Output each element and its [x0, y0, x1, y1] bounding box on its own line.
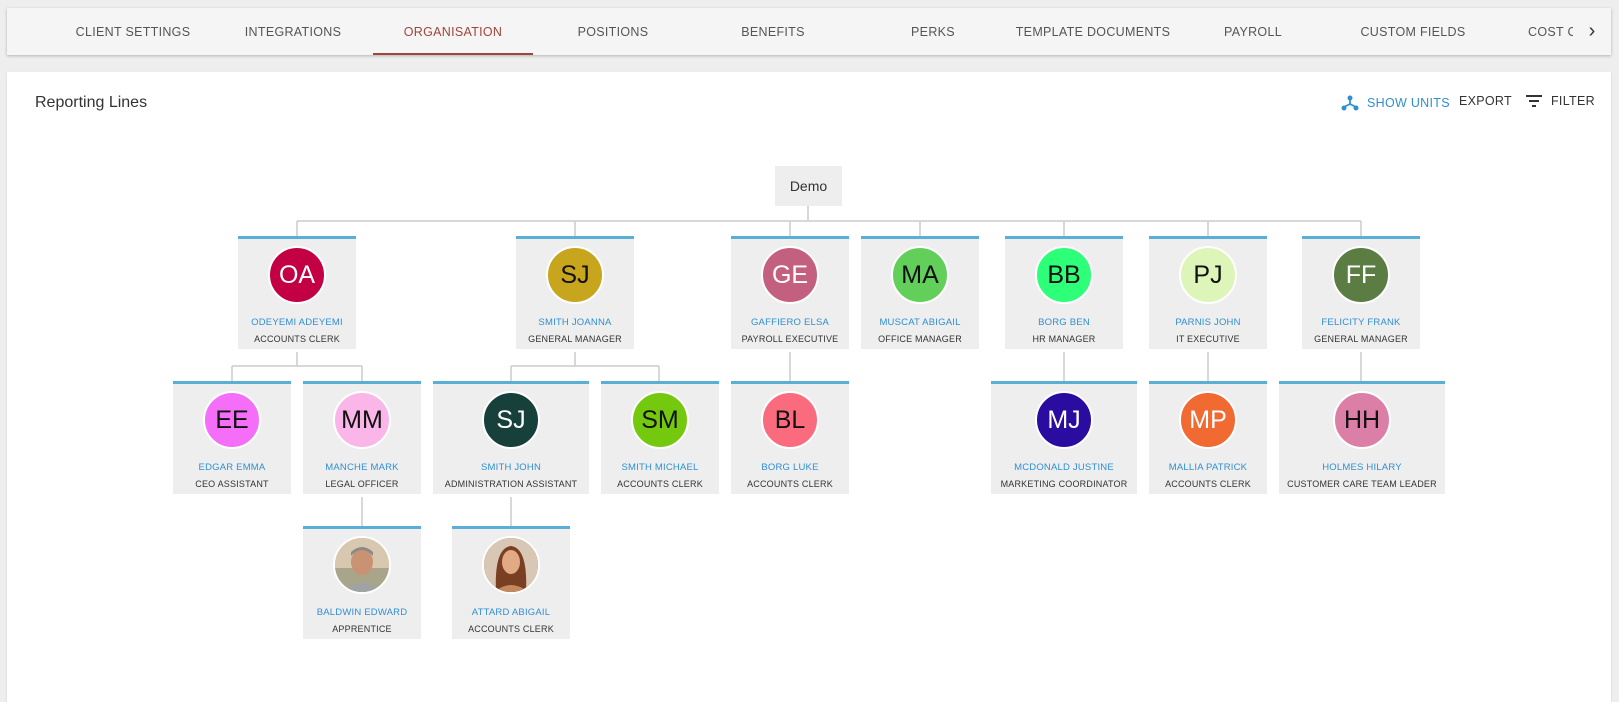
avatar — [333, 536, 391, 594]
org-node[interactable]: ATTARD ABIGAIL ACCOUNTS CLERK — [452, 526, 570, 639]
org-node[interactable]: MJ MCDONALD JUSTINE MARKETING COORDINATOR — [991, 381, 1137, 494]
org-node[interactable]: HH HOLMES HILARY CUSTOMER CARE TEAM LEADER — [1279, 381, 1445, 494]
man-photo — [335, 538, 389, 592]
avatar: HH — [1333, 391, 1391, 449]
woman-photo — [484, 538, 538, 592]
avatar: MJ — [1035, 391, 1093, 449]
org-root-node[interactable]: Demo — [775, 166, 842, 206]
avatar: SM — [631, 391, 689, 449]
avatar: EE — [203, 391, 261, 449]
avatar: SJ — [482, 391, 540, 449]
avatar-initials: EE — [215, 405, 249, 434]
employee-role: ACCOUNTS CLERK — [254, 334, 340, 344]
employee-name-link[interactable]: EDGAR EMMA — [173, 462, 291, 473]
avatar: MA — [891, 246, 949, 304]
employee-name-link[interactable]: MCDONALD JUSTINE — [991, 462, 1137, 473]
employee-name-link[interactable]: HOLMES HILARY — [1279, 462, 1445, 473]
avatar-initials: GE — [771, 260, 809, 289]
employee-name-link[interactable]: SMITH JOANNA — [516, 317, 634, 328]
employee-role: APPRENTICE — [332, 624, 392, 634]
employee-role: PAYROLL EXECUTIVE — [741, 334, 839, 344]
org-root-label: Demo — [789, 178, 828, 194]
avatar: BB — [1035, 246, 1093, 304]
avatar-initials: MJ — [1047, 405, 1081, 434]
org-node[interactable]: SJ SMITH JOANNA GENERAL MANAGER — [516, 236, 634, 349]
employee-name-link[interactable]: SMITH JOHN — [433, 462, 589, 473]
avatar-initials: MM — [341, 405, 383, 434]
org-node[interactable]: BB BORG BEN HR MANAGER — [1005, 236, 1123, 349]
avatar: OA — [268, 246, 326, 304]
avatar: FF — [1332, 246, 1390, 304]
avatar — [482, 536, 540, 594]
org-node[interactable]: SJ SMITH JOHN ADMINISTRATION ASSISTANT — [433, 381, 589, 494]
org-node[interactable]: EE EDGAR EMMA CEO ASSISTANT — [173, 381, 291, 494]
employee-name-link[interactable]: SMITH MICHAEL — [601, 462, 719, 473]
avatar: MM — [333, 391, 391, 449]
employee-name-link[interactable]: ATTARD ABIGAIL — [452, 607, 570, 618]
avatar: BL — [761, 391, 819, 449]
avatar-initials: FF — [1345, 260, 1377, 289]
employee-role: GENERAL MANAGER — [528, 334, 622, 344]
employee-name-link[interactable]: PARNIS JOHN — [1149, 317, 1267, 328]
employee-role: ACCOUNTS CLERK — [468, 624, 554, 634]
employee-role: IT EXECUTIVE — [1176, 334, 1240, 344]
avatar-initials: MA — [901, 260, 939, 289]
avatar-initials: SJ — [496, 405, 526, 434]
employee-role: ACCOUNTS CLERK — [617, 479, 703, 489]
employee-name-link[interactable]: MUSCAT ABIGAIL — [861, 317, 979, 328]
employee-name-link[interactable]: GAFFIERO ELSA — [731, 317, 849, 328]
org-node[interactable]: MM MANCHE MARK LEGAL OFFICER — [303, 381, 421, 494]
employee-role: HR MANAGER — [1032, 334, 1096, 344]
employee-name-link[interactable]: BORG BEN — [1005, 317, 1123, 328]
employee-role: ACCOUNTS CLERK — [1165, 479, 1251, 489]
avatar-initials: BB — [1047, 260, 1081, 289]
org-node[interactable]: PJ PARNIS JOHN IT EXECUTIVE — [1149, 236, 1267, 349]
avatar-initials: BL — [774, 405, 806, 434]
org-node[interactable]: BALDWIN EDWARD APPRENTICE — [303, 526, 421, 639]
employee-role: GENERAL MANAGER — [1314, 334, 1408, 344]
org-node[interactable]: SM SMITH MICHAEL ACCOUNTS CLERK — [601, 381, 719, 494]
avatar-initials: MP — [1189, 405, 1227, 434]
org-chart: Demo OA ODEYEMI ADEYEMI ACCOUNTS CLERK SJ S… — [0, 0, 1619, 690]
employee-name-link[interactable]: ODEYEMI ADEYEMI — [238, 317, 356, 328]
employee-role: CUSTOMER CARE TEAM LEADER — [1287, 479, 1437, 489]
employee-name-link[interactable]: MALLIA PATRICK — [1149, 462, 1267, 473]
employee-role: MARKETING COORDINATOR — [1000, 479, 1128, 489]
avatar-initials: OA — [278, 260, 316, 289]
avatar: MP — [1179, 391, 1237, 449]
employee-role: LEGAL OFFICER — [325, 479, 399, 489]
employee-name-link[interactable]: BORG LUKE — [731, 462, 849, 473]
employee-name-link[interactable]: FELICITY FRANK — [1302, 317, 1420, 328]
employee-name-link[interactable]: MANCHE MARK — [303, 462, 421, 473]
org-node[interactable]: BL BORG LUKE ACCOUNTS CLERK — [731, 381, 849, 494]
org-node[interactable]: MA MUSCAT ABIGAIL OFFICE MANAGER — [861, 236, 979, 349]
org-node[interactable]: GE GAFFIERO ELSA PAYROLL EXECUTIVE — [731, 236, 849, 349]
employee-role: ACCOUNTS CLERK — [747, 479, 833, 489]
avatar: SJ — [546, 246, 604, 304]
avatar-initials: SM — [641, 405, 679, 434]
org-node[interactable]: OA ODEYEMI ADEYEMI ACCOUNTS CLERK — [238, 236, 356, 349]
org-node[interactable]: MP MALLIA PATRICK ACCOUNTS CLERK — [1149, 381, 1267, 494]
avatar: GE — [761, 246, 819, 304]
avatar: PJ — [1179, 246, 1237, 304]
employee-role: ADMINISTRATION ASSISTANT — [444, 479, 578, 489]
avatar-initials: HH — [1343, 405, 1381, 434]
employee-name-link[interactable]: BALDWIN EDWARD — [303, 607, 421, 618]
avatar-initials: SJ — [560, 260, 590, 289]
org-node[interactable]: FF FELICITY FRANK GENERAL MANAGER — [1302, 236, 1420, 349]
employee-role: CEO ASSISTANT — [195, 479, 269, 489]
employee-role: OFFICE MANAGER — [878, 334, 962, 344]
avatar-initials: PJ — [1193, 260, 1223, 289]
